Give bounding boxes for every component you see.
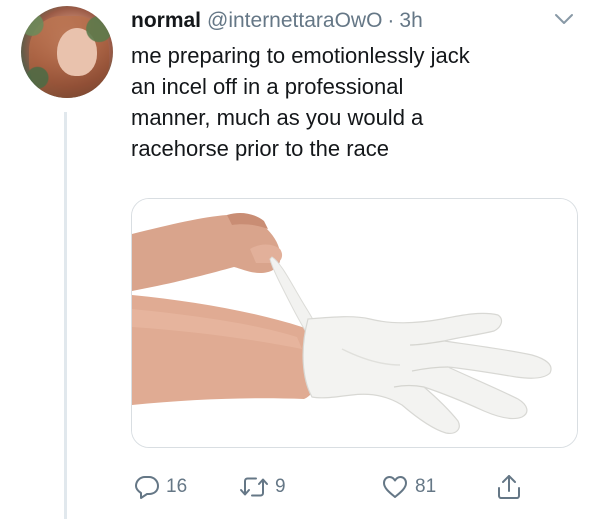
share-upload-icon (498, 475, 520, 499)
reply-button[interactable]: 16 (134, 470, 187, 504)
share-button[interactable] (495, 470, 523, 504)
reply-count: 16 (166, 476, 188, 497)
media-image[interactable] (131, 198, 578, 448)
speech-bubble-icon (135, 476, 159, 499)
avatar[interactable] (21, 6, 113, 98)
tweet-text-line: manner, much as you would a (131, 105, 424, 130)
heart-icon (383, 476, 407, 498)
action-bar: 16 9 81 (131, 470, 551, 504)
tweet[interactable]: normal @internettaraOwO · 3h me preparin… (0, 0, 595, 519)
tweet-header: normal @internettaraOwO · 3h (131, 6, 423, 36)
chevron-down-icon[interactable] (553, 12, 575, 26)
like-count: 81 (415, 476, 437, 497)
thread-line (64, 112, 67, 519)
tweet-text: me preparing to emotionlessly jack an in… (131, 40, 571, 164)
user-handle[interactable]: @internettaraOwO (207, 9, 382, 33)
glove-photo (132, 199, 577, 447)
retweet-arrows-icon (240, 477, 268, 497)
like-button[interactable]: 81 (381, 470, 436, 504)
tweet-text-line: racehorse prior to the race (131, 136, 390, 161)
separator-dot: · (387, 9, 395, 32)
timestamp[interactable]: 3h (399, 9, 422, 33)
retweet-count: 9 (275, 476, 286, 497)
display-name[interactable]: normal (131, 9, 201, 33)
retweet-button[interactable]: 9 (239, 470, 286, 504)
tweet-text-line: an incel off in a professional (131, 74, 404, 99)
tweet-text-line: me preparing to emotionlessly jack (131, 43, 470, 68)
